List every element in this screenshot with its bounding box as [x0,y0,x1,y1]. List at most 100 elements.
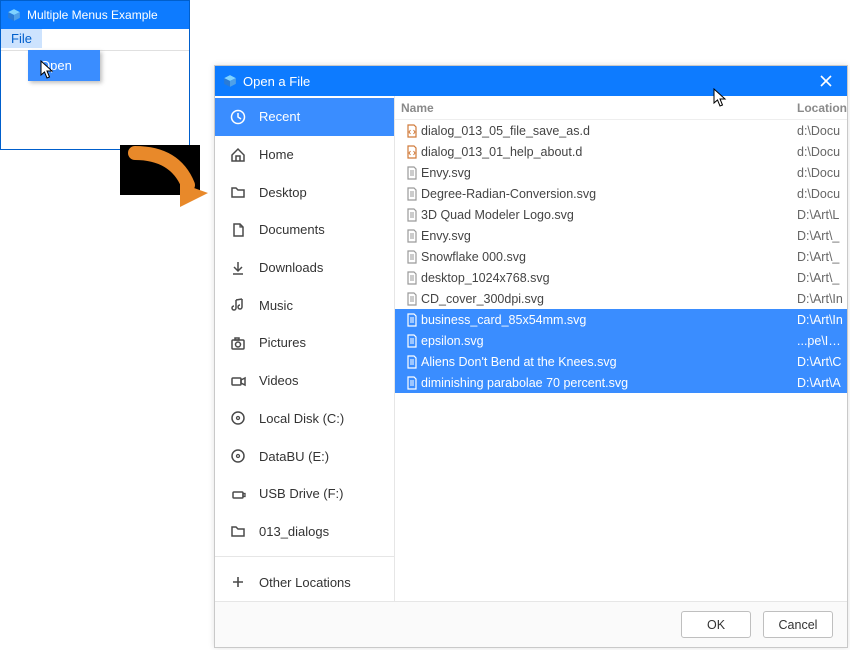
document-file-icon [403,186,421,202]
sidebar-item-downloads[interactable]: Downloads [215,249,394,287]
file-row[interactable]: epsilon.svg...pe\Inks [395,330,847,351]
file-name: Envy.svg [421,229,797,243]
sidebar-item-label: Downloads [259,260,323,275]
document-file-icon [403,165,421,181]
sidebar-item-label: Documents [259,222,325,237]
menu-file[interactable]: File [1,29,42,48]
file-location: ...pe\Inks [797,334,847,348]
close-icon [820,75,832,87]
file-name: epsilon.svg [421,334,797,348]
sidebar-item-desktop[interactable]: Desktop [215,173,394,211]
dialog-titlebar[interactable]: Open a File [215,66,847,96]
file-name: 3D Quad Modeler Logo.svg [421,208,797,222]
sidebar-separator [215,556,394,557]
download-icon [229,260,247,276]
cancel-button[interactable]: Cancel [763,611,833,638]
file-name: Degree-Radian-Conversion.svg [421,187,797,201]
document-file-icon [403,375,421,391]
file-row[interactable]: CD_cover_300dpi.svgD:\Art\In [395,288,847,309]
file-row[interactable]: Degree-Radian-Conversion.svgd:\Docu [395,183,847,204]
file-name: Envy.svg [421,166,797,180]
file-row[interactable]: desktop_1024x768.svgD:\Art\_ [395,267,847,288]
file-name: dialog_013_05_file_save_as.d [421,124,797,138]
file-row[interactable]: Snowflake 000.svgD:\Art\_ [395,246,847,267]
file-header[interactable]: Name Location [395,96,847,120]
dialog-title: Open a File [243,74,310,89]
file-name: dialog_013_01_help_about.d [421,145,797,159]
sidebar: Recent Home Desktop Documents Downloads Music… [215,96,395,601]
code-file-icon [403,123,421,139]
column-name[interactable]: Name [401,101,797,115]
sidebar-item-usb-drive-f-[interactable]: USB Drive (F:) [215,475,394,513]
close-button[interactable] [813,75,839,87]
sidebar-item-home[interactable]: Home [215,136,394,174]
sidebar-item-pictures[interactable]: Pictures [215,324,394,362]
clock-icon [229,109,247,125]
file-row[interactable]: Envy.svgd:\Docu [395,162,847,183]
home-icon [229,147,247,163]
file-location: D:\Art\In [797,292,847,306]
sidebar-item-label: Recent [259,109,300,124]
video-icon [229,373,247,389]
app-titlebar[interactable]: Multiple Menus Example [1,1,189,29]
usb-icon [229,486,247,502]
file-location: d:\Docu [797,124,847,138]
file-row[interactable]: dialog_013_01_help_about.dd:\Docu [395,141,847,162]
menu-item-open[interactable]: Open [28,54,100,77]
file-location: d:\Docu [797,166,847,180]
file-name: Aliens Don't Bend at the Knees.svg [421,355,797,369]
sidebar-item-label: Videos [259,373,299,388]
file-name: desktop_1024x768.svg [421,271,797,285]
file-location: d:\Docu [797,145,847,159]
file-location: D:\Art\_ [797,271,847,285]
sidebar-item-databu-e-[interactable]: DataBU (E:) [215,437,394,475]
sidebar-item-recent[interactable]: Recent [215,98,394,136]
file-row[interactable]: diminishing parabolae 70 percent.svgD:\A… [395,372,847,393]
file-dialog: Open a File Recent Home Desktop Documents Do… [214,65,848,648]
file-name: Snowflake 000.svg [421,250,797,264]
arrow-graphic [120,145,210,215]
file-row[interactable]: 3D Quad Modeler Logo.svgD:\Art\L [395,204,847,225]
sidebar-item-label: DataBU (E:) [259,449,329,464]
sidebar-item-documents[interactable]: Documents [215,211,394,249]
sidebar-item-local-disk-c-[interactable]: Local Disk (C:) [215,400,394,438]
file-location: D:\Art\In [797,313,847,327]
dialog-footer: OK Cancel [215,601,847,647]
file-row[interactable]: Aliens Don't Bend at the Knees.svgD:\Art… [395,351,847,372]
file-list: dialog_013_05_file_save_as.dd:\Docudialo… [395,120,847,393]
document-file-icon [403,333,421,349]
column-location[interactable]: Location [797,101,847,115]
disk-icon [229,410,247,426]
file-location: d:\Docu [797,187,847,201]
folder-icon [229,523,247,539]
folder-icon [229,184,247,200]
app-title: Multiple Menus Example [27,8,158,22]
sidebar-item-label: Home [259,147,294,162]
sidebar-item-videos[interactable]: Videos [215,362,394,400]
document-icon [229,222,247,238]
sidebar-item-label: Music [259,298,293,313]
sidebar-item-label: Pictures [259,335,306,350]
document-file-icon [403,291,421,307]
sidebar-item-013-dialogs[interactable]: 013_dialogs [215,513,394,551]
document-file-icon [403,270,421,286]
sidebar-item-label: Desktop [259,185,307,200]
sidebar-item-music[interactable]: Music [215,286,394,324]
file-location: D:\Art\L [797,208,847,222]
file-pane: Name Location dialog_013_05_file_save_as… [395,96,847,601]
file-row[interactable]: business_card_85x54mm.svgD:\Art\In [395,309,847,330]
document-file-icon [403,354,421,370]
music-icon [229,297,247,313]
sidebar-item-label: Local Disk (C:) [259,411,344,426]
sidebar-item-other-locations[interactable]: Other Locations [215,563,394,601]
plus-icon [229,574,247,590]
file-name: CD_cover_300dpi.svg [421,292,797,306]
file-name: diminishing parabolae 70 percent.svg [421,376,797,390]
file-location: D:\Art\A [797,376,847,390]
file-row[interactable]: dialog_013_05_file_save_as.dd:\Docu [395,120,847,141]
ok-button[interactable]: OK [681,611,751,638]
app-icon [7,8,21,22]
camera-icon [229,335,247,351]
file-row[interactable]: Envy.svgD:\Art\_ [395,225,847,246]
sidebar-item-label: USB Drive (F:) [259,486,344,501]
